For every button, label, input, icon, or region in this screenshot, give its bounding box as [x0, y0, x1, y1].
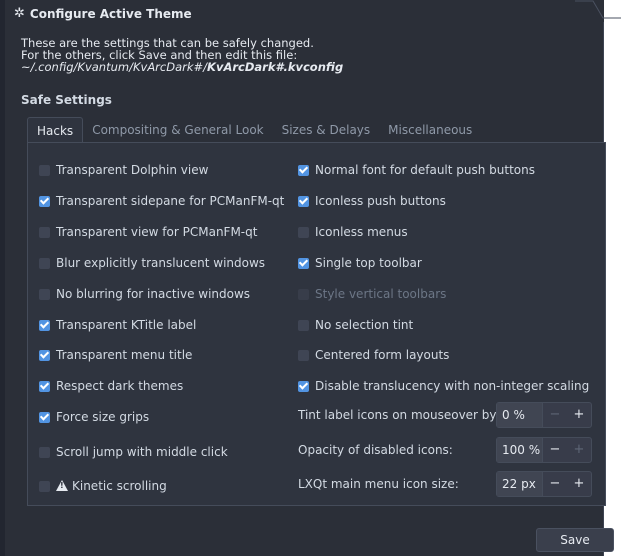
checkbox-label: Kinetic scrolling — [72, 479, 167, 493]
checkbox[interactable] — [39, 164, 50, 176]
group-title-text: Configure Active Theme — [29, 6, 192, 21]
checkbox[interactable] — [298, 349, 309, 361]
checkbox-label: Iconless push buttons — [315, 194, 446, 208]
option-normal-font-for-default-push-buttons[interactable]: Normal font for default push buttons — [298, 161, 535, 179]
checkbox[interactable] — [298, 319, 309, 331]
checkbox[interactable] — [39, 480, 50, 492]
warning-icon — [56, 479, 68, 491]
checkbox[interactable] — [298, 257, 309, 269]
tab-bar: Hacks Compositing & General Look Sizes &… — [27, 117, 481, 143]
checkbox-label: Iconless menus — [315, 225, 408, 239]
lxqt-menu-icon-size-label: LXQt main menu icon size: — [298, 477, 459, 491]
tint-label-icons-label: Tint label icons on mouseover by — [298, 408, 497, 422]
window-right-margin — [604, 0, 621, 556]
checkbox[interactable] — [39, 411, 50, 423]
checkbox-label: Force size grips — [56, 410, 150, 424]
option-no-blurring-for-inactive-windows[interactable]: No blurring for inactive windows — [39, 285, 250, 303]
checkbox[interactable] — [39, 288, 50, 300]
group-box-title: ✲ Configure Active Theme — [14, 6, 192, 21]
checkbox[interactable] — [39, 349, 50, 361]
option-transparent-menu-title[interactable]: Transparent menu title — [39, 346, 192, 364]
tint-label-icons-spinbox[interactable]: 0 % − + — [496, 402, 592, 428]
window-left-edge — [0, 0, 5, 556]
tint-decrement-button[interactable]: − — [543, 403, 567, 427]
checkbox[interactable] — [39, 226, 50, 238]
option-respect-dark-themes[interactable]: Respect dark themes — [39, 377, 183, 395]
checkbox-label: Single top toolbar — [315, 256, 422, 270]
configure-icon: ✲ — [14, 6, 25, 21]
config-path: ~/.config/Kvantum/KvArcDark#/KvArcDark#.… — [21, 61, 343, 73]
tint-increment-button[interactable]: + — [567, 403, 591, 427]
checkbox-label: Transparent view for PCManFM-qt — [56, 225, 258, 239]
config-path-prefix: ~/.config/Kvantum/KvArcDark#/ — [21, 60, 208, 74]
option-transparent-sidepane-for-pcmanfm-qt[interactable]: Transparent sidepane for PCManFM-qt — [39, 192, 284, 210]
icon-size-decrement-button[interactable]: − — [543, 472, 567, 496]
option-blur-explicitly-translucent-windows[interactable]: Blur explicitly translucent windows — [39, 254, 265, 272]
checkbox[interactable] — [298, 195, 309, 207]
tab-sizes-delays[interactable]: Sizes & Delays — [273, 117, 380, 143]
checkbox-label: No blurring for inactive windows — [56, 287, 251, 301]
opacity-disabled-icons-row: Opacity of disabled icons: — [298, 437, 453, 463]
checkbox[interactable] — [39, 446, 50, 458]
checkbox-label: No selection tint — [315, 318, 414, 332]
option-iconless-menus[interactable]: Iconless menus — [298, 223, 408, 241]
checkbox[interactable] — [298, 226, 309, 238]
section-title: Safe Settings — [21, 93, 112, 107]
checkbox-label: Normal font for default push buttons — [315, 163, 536, 177]
option-disable-translucency-with-non-integer-scaling[interactable]: Disable translucency with non-integer sc… — [298, 377, 589, 395]
tint-label-icons-row: Tint label icons on mouseover by — [298, 402, 497, 428]
option-transparent-ktitle-label[interactable]: Transparent KTitle label — [39, 316, 196, 334]
checkbox[interactable] — [298, 380, 309, 392]
checkbox[interactable] — [39, 195, 50, 207]
option-transparent-view-for-pcmanfm-qt[interactable]: Transparent view for PCManFM-qt — [39, 223, 257, 241]
checkbox-label: Disable translucency with non-integer sc… — [315, 379, 590, 393]
tab-compositing-general-look[interactable]: Compositing & General Look — [83, 117, 272, 143]
save-button[interactable]: Save — [536, 528, 614, 552]
lxqt-menu-icon-size-value[interactable]: 22 px — [497, 472, 543, 496]
option-iconless-push-buttons[interactable]: Iconless push buttons — [298, 192, 446, 210]
opacity-disabled-icons-label: Opacity of disabled icons: — [298, 443, 453, 457]
option-no-selection-tint[interactable]: No selection tint — [298, 316, 413, 334]
option-transparent-dolphin-view[interactable]: Transparent Dolphin view — [39, 161, 208, 179]
checkbox — [298, 288, 309, 300]
lxqt-menu-icon-size-spinbox[interactable]: 22 px − + — [496, 471, 592, 497]
config-path-file: KvArcDark#.kvconfig — [207, 60, 344, 74]
checkbox-label: Centered form layouts — [315, 348, 450, 362]
checkbox[interactable] — [298, 164, 309, 176]
checkbox[interactable] — [39, 319, 50, 331]
option-kinetic-scrolling[interactable]: Kinetic scrolling — [39, 477, 167, 495]
icon-size-increment-button[interactable]: + — [567, 472, 591, 496]
opacity-increment-button[interactable]: + — [567, 438, 591, 462]
checkbox-label: Respect dark themes — [56, 379, 184, 393]
checkbox-label: Transparent KTitle label — [56, 318, 197, 332]
window-corner — [575, 0, 621, 19]
option-force-size-grips[interactable]: Force size grips — [39, 408, 149, 426]
tab-hacks[interactable]: Hacks — [27, 117, 84, 143]
checkbox[interactable] — [39, 257, 50, 269]
checkbox-label: Transparent sidepane for PCManFM-qt — [56, 194, 285, 208]
checkbox-label: Style vertical toolbars — [315, 287, 447, 301]
intro-text: These are the settings that can be safel… — [21, 37, 343, 73]
opacity-disabled-icons-spinbox[interactable]: 100 % − + — [496, 437, 592, 463]
opacity-disabled-icons-value[interactable]: 100 % — [497, 438, 543, 462]
checkbox-label: Transparent Dolphin view — [56, 163, 209, 177]
option-scroll-jump-with-middle-click[interactable]: Scroll jump with middle click — [39, 443, 228, 461]
option-single-top-toolbar[interactable]: Single top toolbar — [298, 254, 422, 272]
checkbox[interactable] — [39, 380, 50, 392]
checkbox-label: Blur explicitly translucent windows — [56, 256, 266, 270]
lxqt-menu-icon-size-row: LXQt main menu icon size: — [298, 471, 459, 497]
checkbox-label: Scroll jump with middle click — [56, 445, 228, 459]
option-centered-form-layouts[interactable]: Centered form layouts — [298, 346, 449, 364]
opacity-decrement-button[interactable]: − — [543, 438, 567, 462]
option-style-vertical-toolbars: Style vertical toolbars — [298, 285, 446, 303]
checkbox-label: Transparent menu title — [56, 348, 193, 362]
tab-miscellaneous[interactable]: Miscellaneous — [379, 117, 481, 143]
tint-label-icons-value[interactable]: 0 % — [497, 403, 543, 427]
